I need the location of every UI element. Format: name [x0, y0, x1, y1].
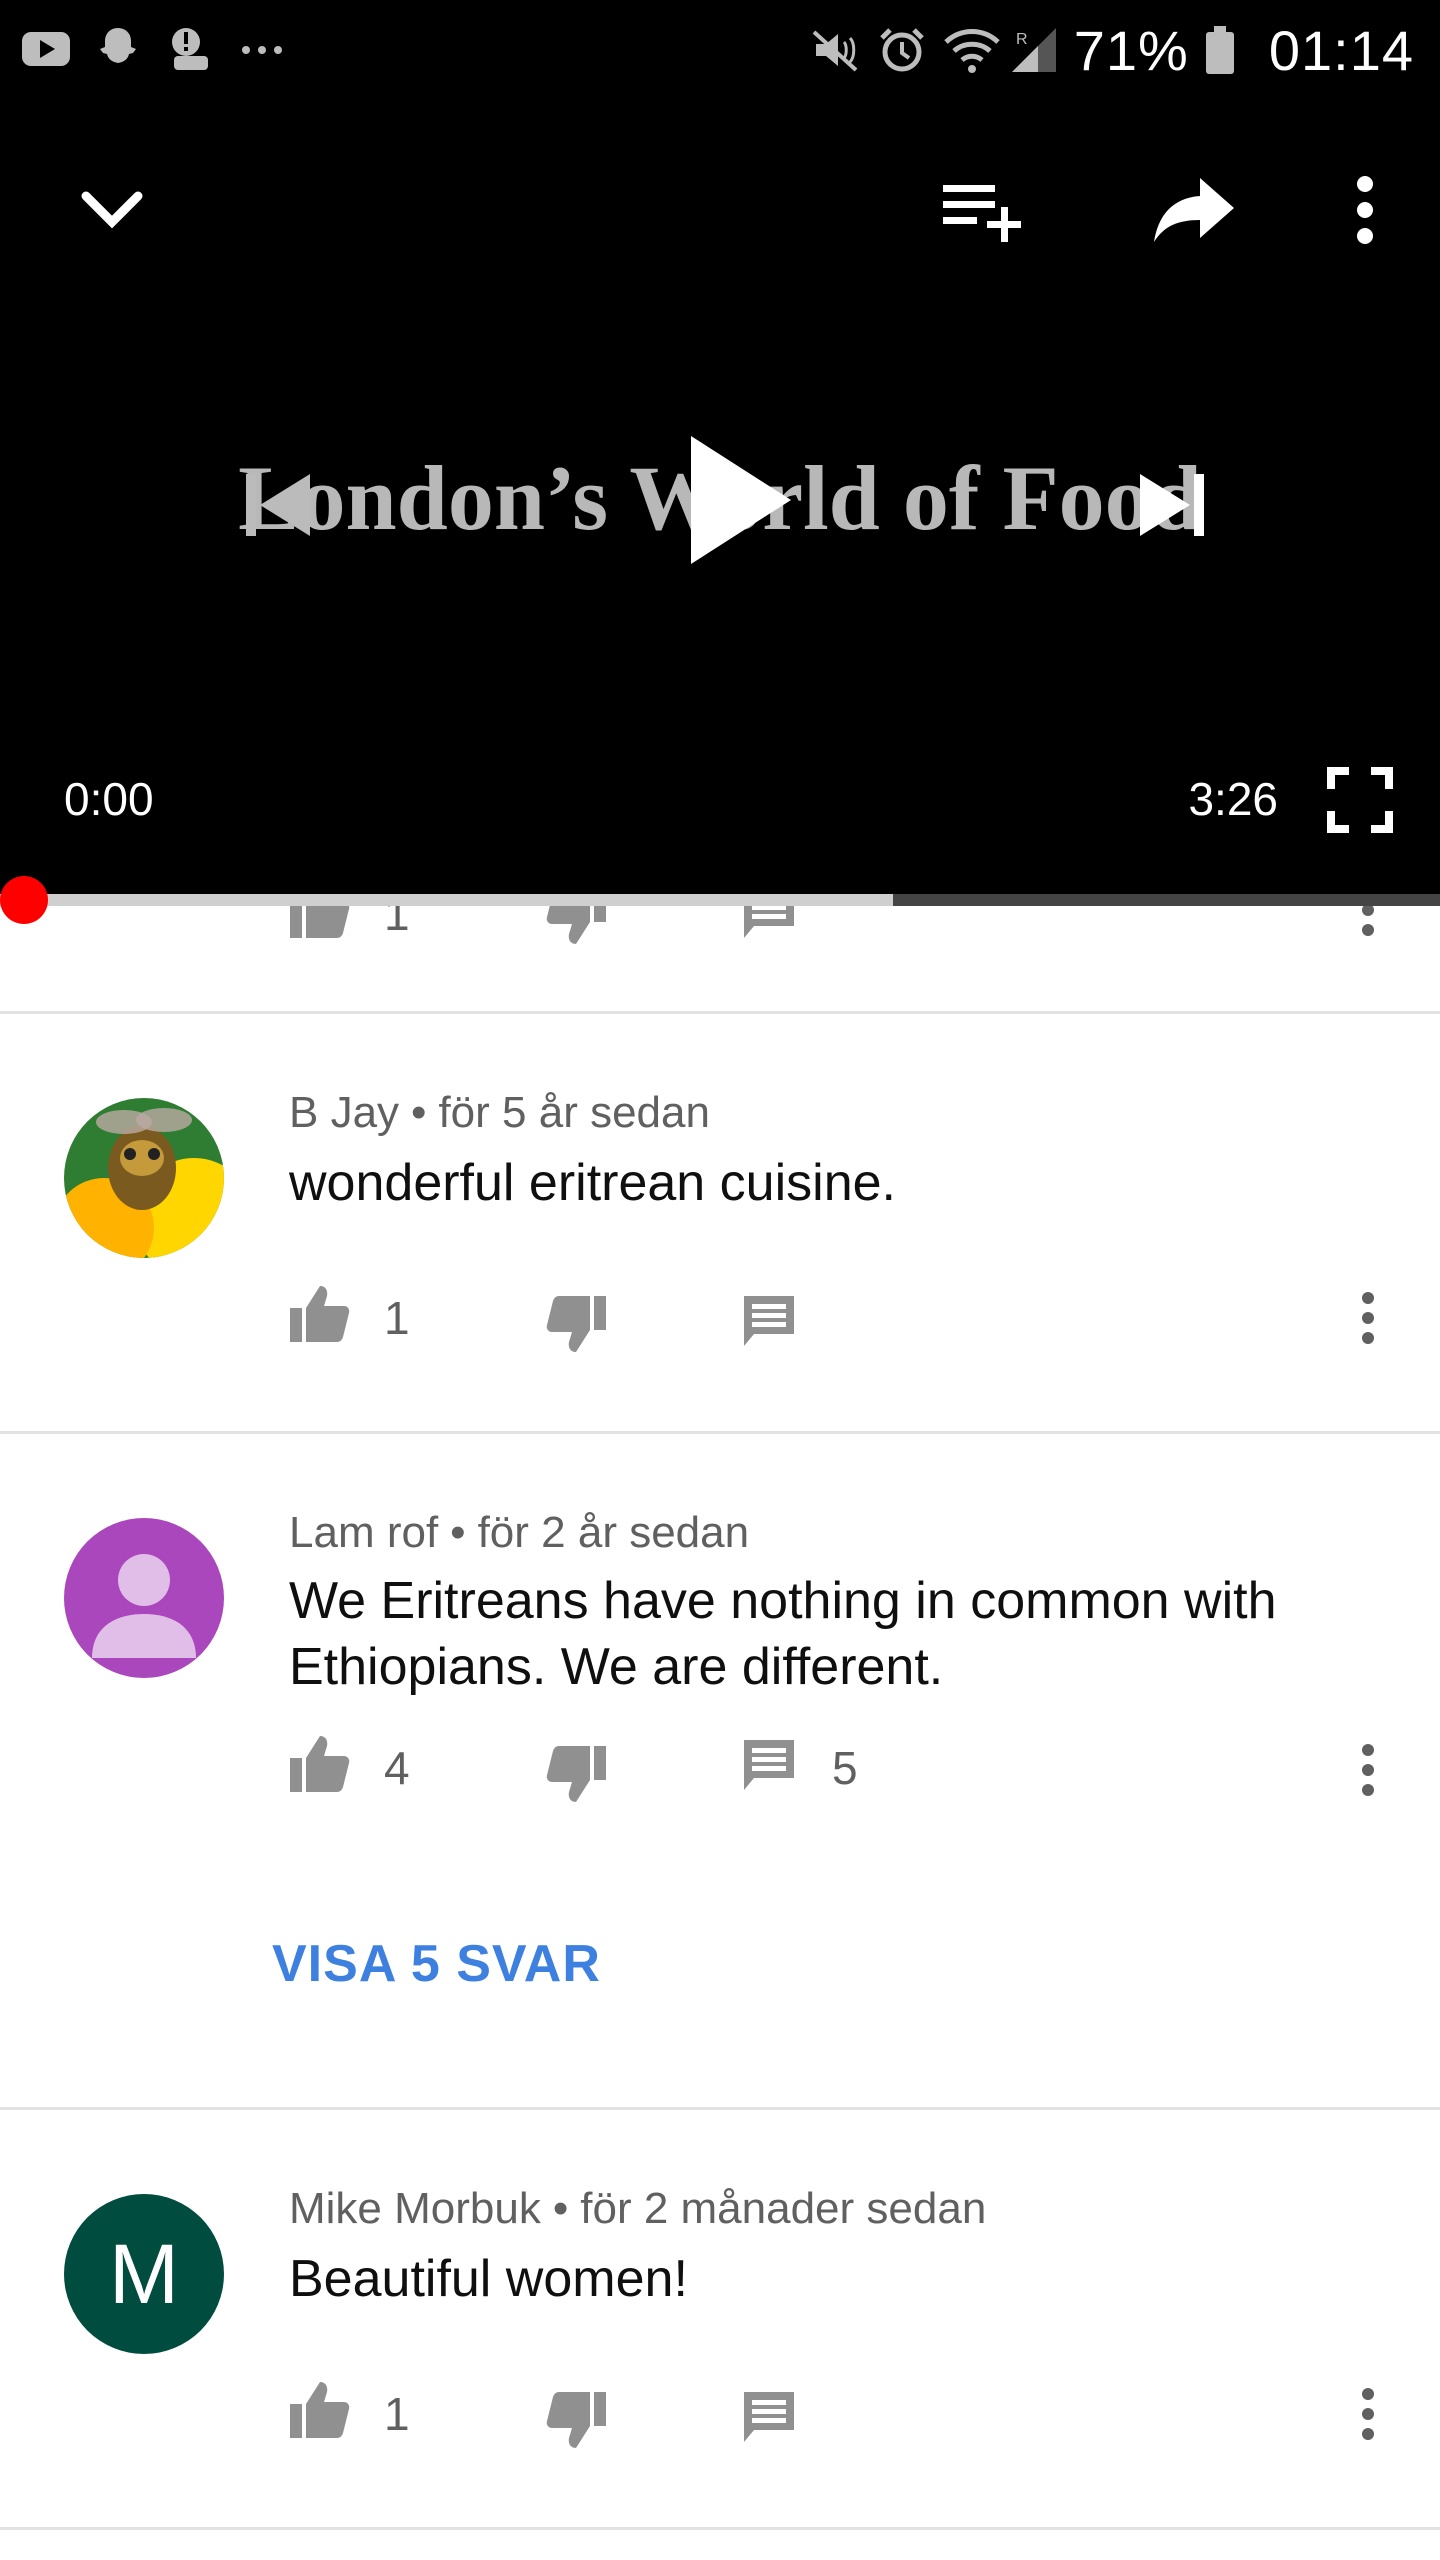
reply-count: 5: [832, 1741, 858, 1794]
reply-button[interactable]: 5: [740, 1736, 858, 1799]
progress-buffer: [0, 894, 893, 906]
comment-author[interactable]: B Jay: [289, 1088, 399, 1137]
comment-meta: Mike Morbuk • för 2 månader sedan: [289, 2184, 986, 2234]
like-button[interactable]: 1: [288, 1284, 410, 1351]
alarm-icon: [876, 24, 928, 76]
svg-text:R: R: [1016, 31, 1028, 48]
like-button[interactable]: 1: [288, 2380, 410, 2447]
avatar[interactable]: [64, 1518, 224, 1678]
status-bar-notifications: [20, 22, 288, 74]
clock: 01:14: [1268, 18, 1414, 82]
comment-item: M Mike Morbuk • för 2 månader sedan Beauti…: [0, 2110, 1440, 2530]
comment-icon: [740, 900, 798, 947]
comment-author[interactable]: Mike Morbuk: [289, 2184, 541, 2233]
avatar[interactable]: M: [64, 2194, 224, 2354]
comment-time: för 2 månader sedan: [580, 2184, 987, 2233]
separator-dot: •: [411, 1088, 427, 1137]
comment-icon: [740, 1736, 798, 1799]
more-notifications-icon: [236, 22, 288, 74]
comment-time: för 2 år sedan: [477, 1508, 750, 1557]
more-vert-icon[interactable]: [1330, 160, 1400, 260]
comment-text: wonderful eritrean cuisine.: [289, 1154, 896, 1212]
mute-icon: [810, 24, 862, 76]
comment-icon: [740, 2388, 798, 2451]
duration: 3:26: [1188, 773, 1278, 825]
comment-more-button[interactable]: [1348, 2374, 1388, 2454]
current-time: 0:00: [64, 773, 154, 825]
comment-text: Beautiful women!: [289, 2250, 688, 2308]
comment-author[interactable]: Lam rof: [289, 1508, 438, 1557]
thumbs-down-icon: [546, 2388, 608, 2455]
battery-percent: 71%: [1073, 18, 1189, 82]
comment-icon: [740, 1292, 798, 1355]
fullscreen-icon[interactable]: [1320, 760, 1400, 840]
comment-more-button[interactable]: [1348, 1730, 1388, 1810]
collapse-chevron-icon[interactable]: [62, 160, 162, 260]
previous-icon[interactable]: [222, 450, 332, 560]
notification-alert-icon: [164, 22, 216, 74]
snapchat-icon: [92, 22, 144, 74]
reply-button[interactable]: [740, 1292, 798, 1355]
wifi-icon: [942, 24, 1000, 76]
like-button[interactable]: 4: [288, 1734, 410, 1801]
video-player[interactable]: London’s World of Food 0:00 3:26: [0, 100, 1440, 900]
battery-icon: [1203, 24, 1255, 76]
like-count: 4: [384, 1741, 410, 1794]
comment-meta: B Jay • för 5 år sedan: [289, 1088, 710, 1138]
progress-bar[interactable]: [0, 876, 1440, 924]
next-icon[interactable]: [1118, 450, 1228, 560]
thumbs-down-icon: [546, 1742, 608, 1809]
progress-scrubber[interactable]: [0, 876, 48, 924]
thumbs-up-icon: [288, 1284, 350, 1351]
thumbs-up-icon: [288, 2380, 350, 2447]
comments-list: 1 B Jay • för 5 år sedan wonderful eritr…: [0, 900, 1440, 2560]
show-replies-link[interactable]: VISA 5 SVAR: [272, 1934, 601, 1994]
avatar-initial: M: [109, 2226, 179, 2321]
like-count: 1: [384, 2387, 410, 2440]
comment-item: B Jay • för 5 år sedan wonderful eritrean …: [0, 1014, 1440, 1434]
dislike-button[interactable]: [546, 900, 608, 951]
comment-text: We Eritreans have nothing in common with…: [289, 1572, 1277, 1696]
like-count: 1: [384, 1291, 410, 1344]
dislike-button[interactable]: [546, 2388, 608, 2455]
comment-time: för 5 år sedan: [438, 1088, 710, 1137]
thumbs-down-icon: [546, 1292, 608, 1359]
comment-item: 1: [0, 900, 1440, 1014]
share-icon[interactable]: [1140, 160, 1250, 260]
thumbs-down-icon: [546, 900, 608, 951]
play-icon[interactable]: [660, 420, 810, 580]
comment-item: Lam rof • för 2 år sedan We Eritreans have…: [0, 1434, 1440, 2110]
dislike-button[interactable]: [546, 1292, 608, 1359]
thumbs-up-icon: [288, 1734, 350, 1801]
comment-more-button[interactable]: [1348, 1278, 1388, 1358]
dislike-button[interactable]: [546, 1742, 608, 1809]
status-bar: R 71% 01:14: [0, 0, 1440, 100]
signal-icon: R: [1008, 24, 1060, 76]
reply-button[interactable]: [740, 2388, 798, 2451]
separator-dot: •: [552, 2184, 569, 2233]
like-count: 1: [384, 900, 410, 940]
youtube-icon: [20, 22, 72, 74]
comment-more-button[interactable]: [1348, 900, 1388, 950]
comment-meta: Lam rof • för 2 år sedan: [289, 1508, 749, 1558]
status-bar-system: R 71% 01:14: [810, 14, 1414, 86]
like-button[interactable]: 1: [288, 900, 410, 947]
reply-button[interactable]: [740, 900, 798, 947]
thumbs-up-icon: [288, 900, 350, 947]
separator-dot: •: [450, 1508, 466, 1557]
add-to-queue-icon[interactable]: [930, 160, 1030, 260]
avatar[interactable]: [64, 1098, 224, 1258]
